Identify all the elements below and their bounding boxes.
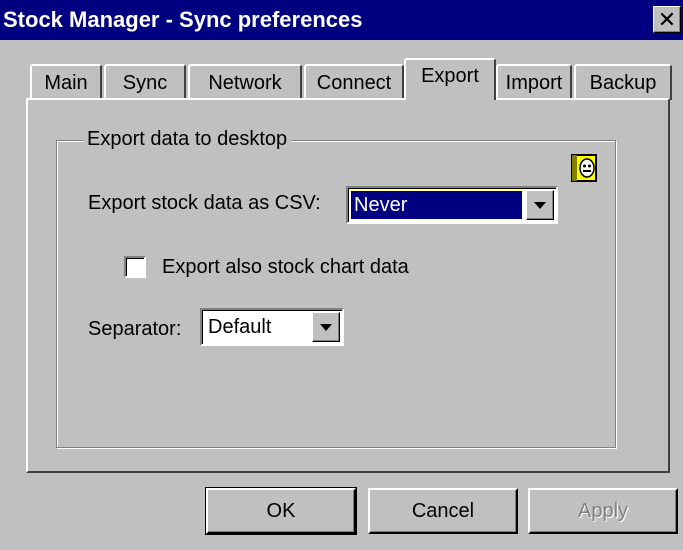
export-group-label: Export data to desktop (83, 128, 292, 151)
tab-import[interactable]: Import (496, 64, 572, 100)
tab-network[interactable]: Network (188, 64, 302, 100)
tab-connect-label: Connect (316, 71, 392, 94)
csv-export-label: Export stock data as CSV: (88, 192, 321, 214)
tab-connect[interactable]: Connect (304, 64, 404, 100)
close-icon: ✕ (657, 6, 677, 32)
tab-backup-label: Backup (589, 71, 657, 94)
tab-sync-label: Sync (122, 71, 168, 94)
cancel-button-label: Cancel (411, 499, 475, 522)
close-button[interactable]: ✕ (653, 6, 681, 33)
csv-export-dropdown-button[interactable] (526, 190, 554, 220)
separator-dropdown-button[interactable] (312, 312, 340, 342)
csv-export-value: Never (350, 190, 523, 220)
export-chart-label[interactable]: Export also stock chart data (162, 256, 409, 279)
help-book-icon[interactable] (568, 153, 602, 188)
apply-button-label: Apply (577, 499, 629, 522)
apply-button[interactable]: Apply (528, 488, 678, 534)
tab-main-label: Main (44, 71, 88, 94)
separator-label: Separator: (88, 318, 182, 340)
separator-value: Default (208, 315, 272, 338)
tab-network-label: Network (208, 71, 282, 94)
export-chart-checkbox[interactable] (124, 256, 146, 278)
tab-import-label: Import (505, 71, 563, 94)
chevron-down-icon (534, 201, 546, 209)
window-title: Stock Manager - Sync preferences (3, 7, 363, 32)
tab-export-label: Export (421, 64, 479, 87)
tab-main[interactable]: Main (30, 64, 102, 100)
cancel-button[interactable]: Cancel (368, 488, 518, 534)
tab-backup[interactable]: Backup (574, 64, 672, 100)
tab-sync[interactable]: Sync (104, 64, 186, 100)
csv-export-select[interactable]: Never (346, 186, 558, 224)
title-bar[interactable]: Stock Manager - Sync preferences ✕ (0, 0, 683, 40)
ok-button[interactable]: OK (205, 487, 357, 535)
chevron-down-icon (320, 323, 332, 331)
separator-select[interactable]: Default (200, 308, 344, 346)
tab-export[interactable]: Export (404, 58, 496, 100)
preferences-dialog: Stock Manager - Sync preferences ✕ Main … (0, 0, 683, 550)
ok-button-label: OK (266, 499, 296, 522)
